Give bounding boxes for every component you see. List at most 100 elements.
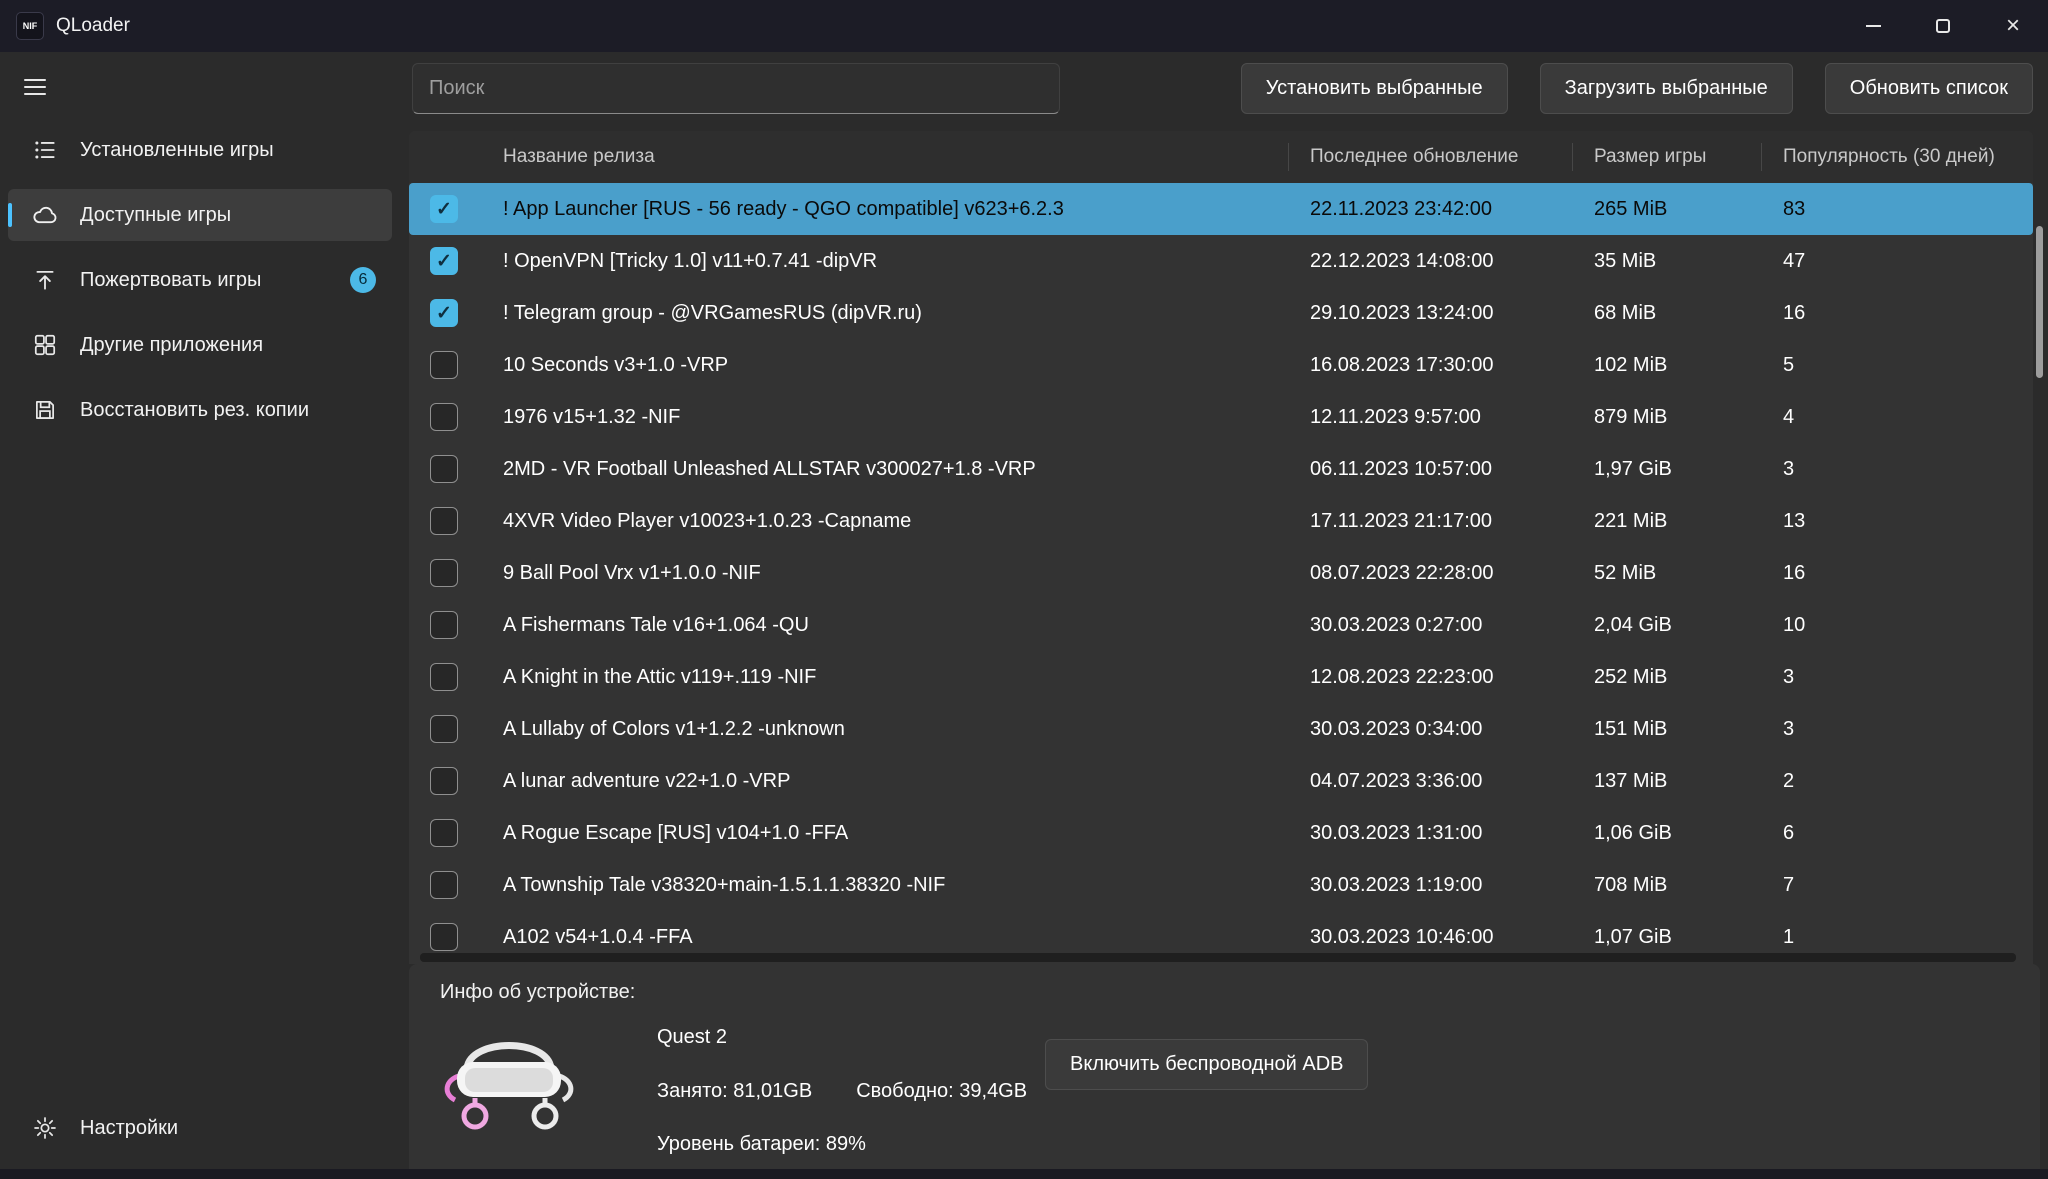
row-checkbox[interactable]: ✓ bbox=[430, 195, 458, 223]
release-size: 221 MiB bbox=[1594, 510, 1783, 533]
table-row[interactable]: ✓ A Township Tale v38320+main-1.5.1.1.38… bbox=[409, 859, 2033, 911]
search-input[interactable] bbox=[412, 63, 1060, 114]
checkmark-icon: ✓ bbox=[436, 250, 452, 273]
release-size: 137 MiB bbox=[1594, 770, 1783, 793]
header-last-update[interactable]: Последнее обновление bbox=[1310, 143, 1594, 171]
row-checkbox[interactable]: ✓ bbox=[430, 611, 458, 639]
table-row[interactable]: ✓ A Knight in the Attic v119+.119 -NIF 1… bbox=[409, 651, 2033, 703]
checkmark-icon: ✓ bbox=[436, 198, 452, 221]
release-updated: 30.03.2023 10:46:00 bbox=[1310, 926, 1594, 949]
release-updated: 30.03.2023 1:31:00 bbox=[1310, 822, 1594, 845]
minimize-button[interactable] bbox=[1838, 0, 1908, 52]
release-size: 879 MiB bbox=[1594, 406, 1783, 429]
row-checkbox[interactable]: ✓ bbox=[430, 403, 458, 431]
sidebar-item-label: Пожертвовать игры bbox=[80, 269, 261, 292]
release-popularity: 1 bbox=[1783, 926, 2033, 949]
row-checkbox[interactable]: ✓ bbox=[430, 715, 458, 743]
toolbar: Установить выбранные Загрузить выбранные… bbox=[1241, 63, 2033, 114]
table-row[interactable]: ✓ 9 Ball Pool Vrx v1+1.0.0 -NIF 08.07.20… bbox=[409, 547, 2033, 599]
sidebar-item-settings[interactable]: Настройки bbox=[8, 1102, 392, 1154]
row-checkbox-cell: ✓ bbox=[409, 507, 503, 535]
install-selected-button[interactable]: Установить выбранные bbox=[1241, 63, 1508, 114]
sidebar-item-available-games[interactable]: Доступные игры bbox=[8, 189, 392, 241]
hamburger-menu-button[interactable] bbox=[24, 74, 50, 100]
row-checkbox-cell: ✓ bbox=[409, 663, 503, 691]
release-name: 2MD - VR Football Unleashed ALLSTAR v300… bbox=[503, 458, 1310, 481]
enable-wireless-adb-button[interactable]: Включить беспроводной ADB bbox=[1045, 1039, 1368, 1090]
row-checkbox[interactable]: ✓ bbox=[430, 351, 458, 379]
release-updated: 17.11.2023 21:17:00 bbox=[1310, 510, 1594, 533]
refresh-list-button[interactable]: Обновить список bbox=[1825, 63, 2033, 114]
release-popularity: 47 bbox=[1783, 250, 2033, 273]
row-checkbox[interactable]: ✓ bbox=[430, 299, 458, 327]
sidebar-item-restore-backups[interactable]: Восстановить рез. копии bbox=[8, 384, 392, 436]
device-storage: Занято: 81,01GB Свободно: 39,4GB bbox=[657, 1080, 1027, 1103]
release-updated: 12.08.2023 22:23:00 bbox=[1310, 666, 1594, 689]
release-name: 10 Seconds v3+1.0 -VRP bbox=[503, 354, 1310, 377]
app-icon-text: NIF bbox=[23, 21, 38, 31]
row-checkbox[interactable]: ✓ bbox=[430, 819, 458, 847]
release-name: A102 v54+1.0.4 -FFA bbox=[503, 926, 1310, 949]
release-size: 52 MiB bbox=[1594, 562, 1783, 585]
horizontal-scrollbar[interactable] bbox=[420, 953, 2016, 963]
sidebar-item-donate-games[interactable]: Пожертвовать игры 6 bbox=[8, 254, 392, 306]
sidebar-nav: Установленные игры Доступные игры Пожерт… bbox=[8, 124, 392, 449]
storage-free: Свободно: 39,4GB bbox=[856, 1080, 1027, 1103]
release-name: A lunar adventure v22+1.0 -VRP bbox=[503, 770, 1310, 793]
device-name: Quest 2 bbox=[657, 1026, 727, 1049]
release-name: 1976 v15+1.32 -NIF bbox=[503, 406, 1310, 429]
table-row[interactable]: ✓ A Lullaby of Colors v1+1.2.2 -unknown … bbox=[409, 703, 2033, 755]
close-button[interactable]: × bbox=[1978, 0, 2048, 52]
table-row[interactable]: ✓ A Rogue Escape [RUS] v104+1.0 -FFA 30.… bbox=[409, 807, 2033, 859]
row-checkbox-cell: ✓ bbox=[409, 559, 503, 587]
window-bottom-edge bbox=[0, 1169, 2048, 1179]
row-checkbox-cell: ✓ bbox=[409, 767, 503, 795]
download-selected-button[interactable]: Загрузить выбранные bbox=[1540, 63, 1793, 114]
release-size: 1,97 GiB bbox=[1594, 458, 1783, 481]
donate-games-icon bbox=[32, 267, 58, 293]
vertical-scrollbar[interactable] bbox=[2036, 131, 2043, 964]
installed-games-icon bbox=[32, 137, 58, 163]
table-row[interactable]: ✓ A Fishermans Tale v16+1.064 -QU 30.03.… bbox=[409, 599, 2033, 651]
sidebar-item-installed-games[interactable]: Установленные игры bbox=[8, 124, 392, 176]
release-name: A Rogue Escape [RUS] v104+1.0 -FFA bbox=[503, 822, 1310, 845]
row-checkbox-cell: ✓ bbox=[409, 195, 503, 223]
table-row[interactable]: ✓ 4XVR Video Player v10023+1.0.23 -Capna… bbox=[409, 495, 2033, 547]
release-popularity: 3 bbox=[1783, 718, 2033, 741]
row-checkbox[interactable]: ✓ bbox=[430, 247, 458, 275]
row-checkbox[interactable]: ✓ bbox=[430, 871, 458, 899]
horizontal-scrollbar-thumb[interactable] bbox=[420, 953, 2016, 962]
release-popularity: 13 bbox=[1783, 510, 2033, 533]
sidebar-item-other-apps[interactable]: Другие приложения bbox=[8, 319, 392, 371]
table-row[interactable]: ✓ A lunar adventure v22+1.0 -VRP 04.07.2… bbox=[409, 755, 2033, 807]
release-name: ! OpenVPN [Tricky 1.0] v11+0.7.41 -dipVR bbox=[503, 250, 1310, 273]
maximize-button[interactable] bbox=[1908, 0, 1978, 52]
row-checkbox[interactable]: ✓ bbox=[430, 507, 458, 535]
header-game-size[interactable]: Размер игры bbox=[1594, 143, 1783, 171]
header-popularity[interactable]: Популярность (30 дней) bbox=[1783, 143, 2033, 171]
release-size: 708 MiB bbox=[1594, 874, 1783, 897]
row-checkbox[interactable]: ✓ bbox=[430, 767, 458, 795]
release-updated: 30.03.2023 0:27:00 bbox=[1310, 614, 1594, 637]
table-row[interactable]: ✓ ! App Launcher [RUS - 56 ready - QGO c… bbox=[409, 183, 2033, 235]
table-row[interactable]: ✓ 2MD - VR Football Unleashed ALLSTAR v3… bbox=[409, 443, 2033, 495]
release-size: 1,06 GiB bbox=[1594, 822, 1783, 845]
release-size: 265 MiB bbox=[1594, 198, 1783, 221]
header-release-name[interactable]: Название релиза bbox=[503, 143, 1310, 171]
table-row[interactable]: ✓ 1976 v15+1.32 -NIF 12.11.2023 9:57:00 … bbox=[409, 391, 2033, 443]
release-size: 35 MiB bbox=[1594, 250, 1783, 273]
row-checkbox[interactable]: ✓ bbox=[430, 559, 458, 587]
sidebar-item-label: Восстановить рез. копии bbox=[80, 399, 309, 422]
row-checkbox[interactable]: ✓ bbox=[430, 455, 458, 483]
release-name: ! App Launcher [RUS - 56 ready - QGO com… bbox=[503, 198, 1310, 221]
row-checkbox[interactable]: ✓ bbox=[430, 923, 458, 951]
table-row[interactable]: ✓ ! Telegram group - @VRGamesRUS (dipVR.… bbox=[409, 287, 2033, 339]
titlebar: NIF QLoader × bbox=[0, 0, 2048, 52]
table-row[interactable]: ✓ ! OpenVPN [Tricky 1.0] v11+0.7.41 -dip… bbox=[409, 235, 2033, 287]
vertical-scrollbar-thumb[interactable] bbox=[2036, 226, 2043, 378]
release-size: 151 MiB bbox=[1594, 718, 1783, 741]
table-row[interactable]: ✓ 10 Seconds v3+1.0 -VRP 16.08.2023 17:3… bbox=[409, 339, 2033, 391]
release-popularity: 6 bbox=[1783, 822, 2033, 845]
row-checkbox[interactable]: ✓ bbox=[430, 663, 458, 691]
release-size: 252 MiB bbox=[1594, 666, 1783, 689]
